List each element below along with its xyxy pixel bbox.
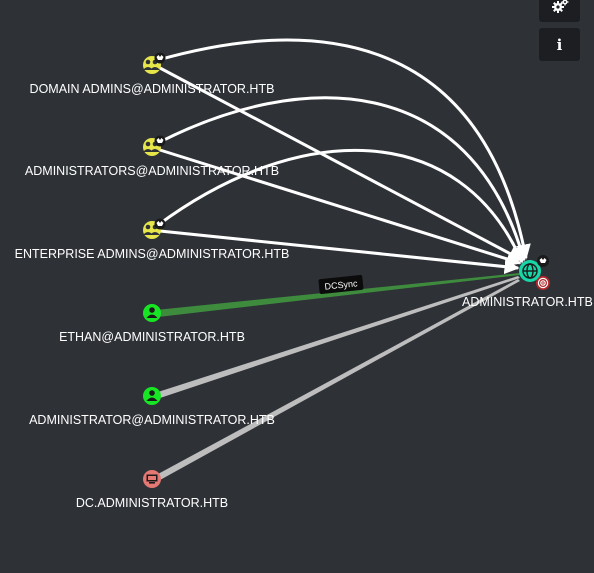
node-label: ETHAN@ADMINISTRATOR.HTB xyxy=(59,330,245,344)
node-administrators[interactable]: ADMINISTRATORS@ADMINISTRATOR.HTB xyxy=(25,135,279,179)
info-button[interactable]: i xyxy=(539,28,580,61)
edge-domain-admins-curved[interactable] xyxy=(157,38,531,260)
node-label: DC.ADMINISTRATOR.HTB xyxy=(76,496,228,510)
node-label: ADMINISTRATORS@ADMINISTRATOR.HTB xyxy=(25,164,279,178)
graph-canvas[interactable]: DCSync DOMAIN ADMINS@ADMINISTRATOR.HTB A… xyxy=(0,0,594,573)
info-icon: i xyxy=(556,35,563,54)
node-domain-admins[interactable]: DOMAIN ADMINS@ADMINISTRATOR.HTB xyxy=(30,52,275,97)
node-label: DOMAIN ADMINS@ADMINISTRATOR.HTB xyxy=(30,82,275,96)
node-administrator[interactable]: ADMINISTRATOR@ADMINISTRATOR.HTB xyxy=(29,387,275,427)
node-dc[interactable]: DC.ADMINISTRATOR.HTB xyxy=(76,470,228,510)
gears-icon xyxy=(551,0,568,13)
crown-icon xyxy=(537,255,549,267)
crown-icon xyxy=(154,52,166,64)
node-label: ENTERPRISE ADMINS@ADMINISTRATOR.HTB xyxy=(15,247,290,261)
crown-icon xyxy=(154,218,166,230)
node-label: ADMINISTRATOR.HTB xyxy=(462,295,593,309)
settings-button[interactable] xyxy=(539,0,580,22)
target-icon xyxy=(536,276,550,290)
crown-icon xyxy=(154,135,166,147)
node-label: ADMINISTRATOR@ADMINISTRATOR.HTB xyxy=(29,413,275,427)
